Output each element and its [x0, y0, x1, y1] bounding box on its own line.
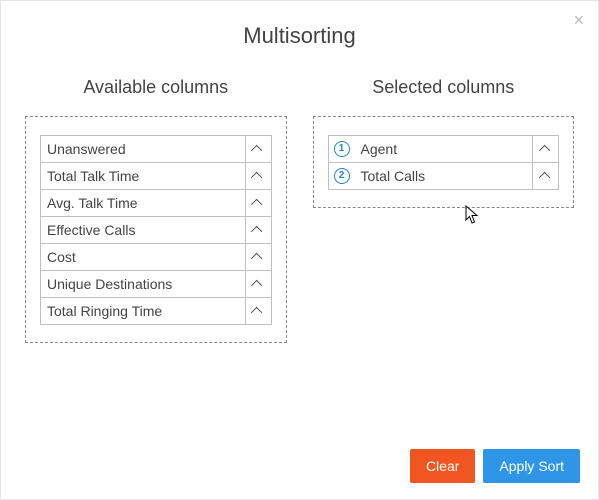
sort-direction-toggle[interactable]	[245, 136, 271, 162]
available-item[interactable]: Total Ringing Time	[40, 297, 272, 325]
available-title: Available columns	[25, 77, 287, 98]
available-item[interactable]: Total Talk Time	[40, 162, 272, 190]
chevron-up-icon	[251, 226, 262, 237]
available-panel-wrap: Available columns Unanswered Total Talk T…	[25, 77, 287, 343]
chevron-up-icon	[251, 145, 262, 156]
dialog-footer: Clear Apply Sort	[410, 449, 580, 483]
available-item[interactable]: Effective Calls	[40, 216, 272, 244]
sort-direction-toggle[interactable]	[245, 190, 271, 216]
order-badge: 2	[329, 168, 355, 184]
available-item[interactable]: Cost	[40, 243, 272, 271]
sort-direction-toggle[interactable]	[245, 217, 271, 243]
sort-direction-toggle[interactable]	[532, 136, 558, 162]
apply-sort-button[interactable]: Apply Sort	[483, 449, 580, 483]
clear-button[interactable]: Clear	[410, 449, 475, 483]
chevron-up-icon	[538, 145, 549, 156]
chevron-up-icon	[251, 253, 262, 264]
available-item-label: Total Ringing Time	[41, 303, 245, 319]
available-item-label: Cost	[41, 249, 245, 265]
sort-direction-toggle[interactable]	[245, 163, 271, 189]
chevron-up-icon	[251, 280, 262, 291]
selected-panel-wrap: Selected columns 1 Agent 2 Total Calls	[313, 77, 575, 343]
close-icon[interactable]: ×	[573, 11, 584, 29]
dialog-title: Multisorting	[1, 23, 598, 49]
selected-title: Selected columns	[313, 77, 575, 98]
available-item-label: Effective Calls	[41, 222, 245, 238]
chevron-up-icon	[251, 172, 262, 183]
sort-direction-toggle[interactable]	[245, 244, 271, 270]
selected-item-label: Agent	[355, 141, 533, 157]
sort-direction-toggle[interactable]	[532, 163, 558, 189]
available-item-label: Total Talk Time	[41, 168, 245, 184]
selected-item[interactable]: 2 Total Calls	[328, 162, 560, 190]
selected-item[interactable]: 1 Agent	[328, 135, 560, 163]
available-item[interactable]: Avg. Talk Time	[40, 189, 272, 217]
order-number: 1	[334, 141, 350, 157]
order-badge: 1	[329, 141, 355, 157]
chevron-up-icon	[251, 307, 262, 318]
selected-dropzone[interactable]: 1 Agent 2 Total Calls	[313, 116, 575, 208]
available-item-label: Unanswered	[41, 141, 245, 157]
available-item-label: Unique Destinations	[41, 276, 245, 292]
columns-container: Available columns Unanswered Total Talk T…	[1, 77, 598, 343]
sort-direction-toggle[interactable]	[245, 271, 271, 297]
available-item[interactable]: Unanswered	[40, 135, 272, 163]
available-item[interactable]: Unique Destinations	[40, 270, 272, 298]
sort-direction-toggle[interactable]	[245, 298, 271, 324]
selected-item-label: Total Calls	[355, 168, 533, 184]
chevron-up-icon	[251, 199, 262, 210]
order-number: 2	[334, 168, 350, 184]
available-item-label: Avg. Talk Time	[41, 195, 245, 211]
chevron-up-icon	[538, 172, 549, 183]
multisort-dialog: × Multisorting Available columns Unanswe…	[0, 0, 599, 500]
available-dropzone[interactable]: Unanswered Total Talk Time Avg. Talk Time E…	[25, 116, 287, 343]
